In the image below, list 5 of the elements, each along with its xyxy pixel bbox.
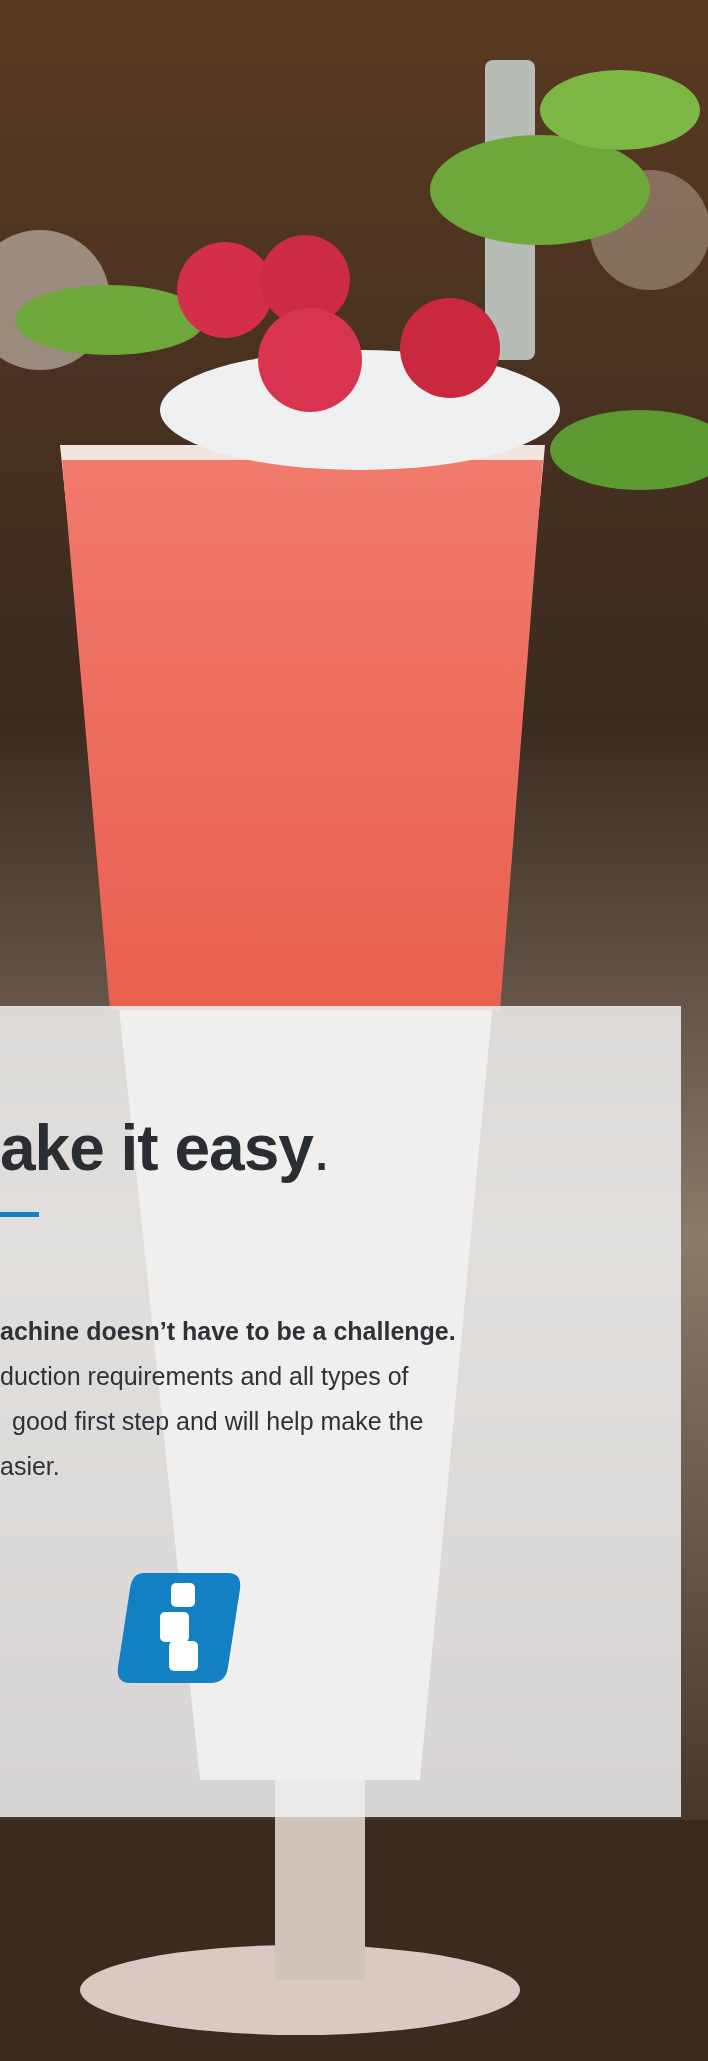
ice-cube-logo-icon (116, 1571, 242, 1685)
text-line: duction requirements and all types of (0, 1361, 410, 1392)
text-line: achine doesn’t have to be a challenge. (0, 1316, 457, 1347)
text-line: asier. (0, 1451, 61, 1482)
text-line: good first step and will help make the (11, 1406, 425, 1437)
